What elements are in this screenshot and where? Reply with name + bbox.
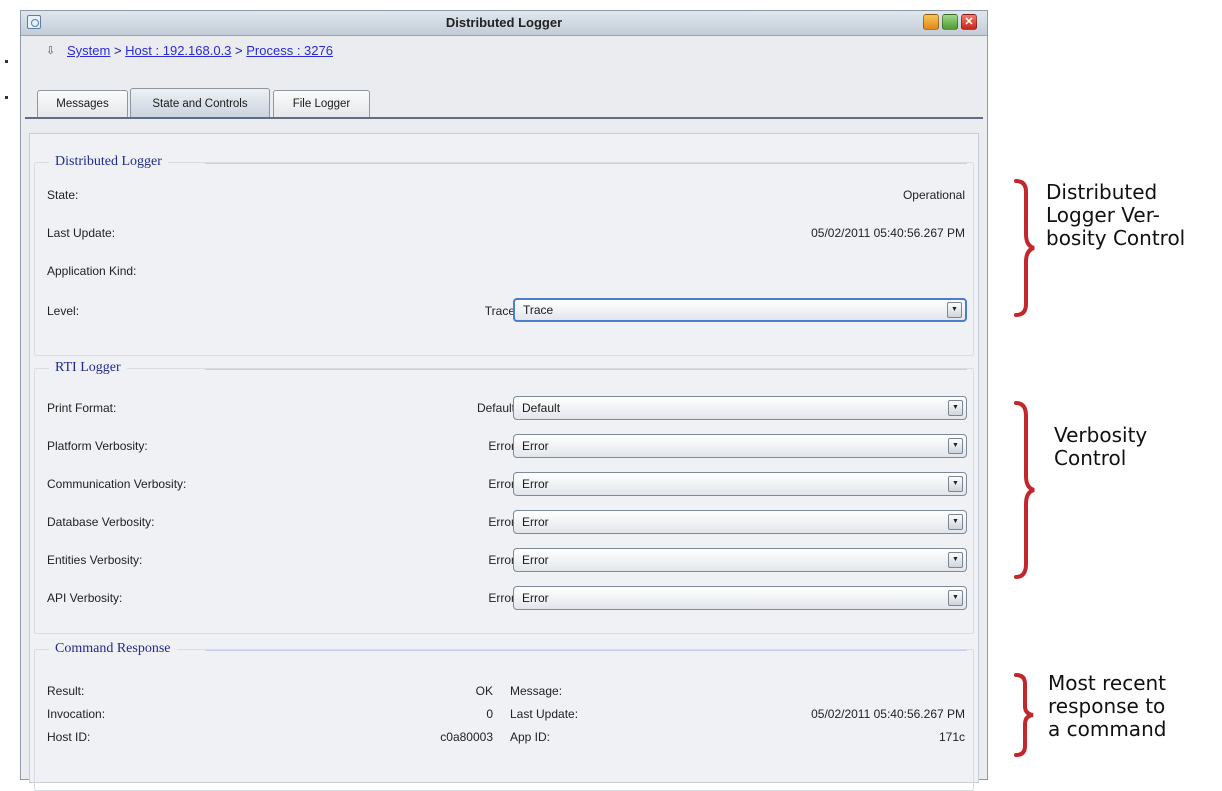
tab-file-logger[interactable]: File Logger [273, 90, 370, 118]
chevron-down-icon[interactable]: ▼ [948, 590, 963, 606]
database-verbosity-select-value: Error [522, 515, 549, 529]
invocation-label: Invocation: [47, 707, 106, 721]
close-button[interactable]: ✕ [961, 14, 977, 30]
tab-messages[interactable]: Messages [37, 90, 128, 118]
command-response-title: Command Response [49, 641, 177, 657]
application-kind-label: Application Kind: [47, 264, 137, 278]
api-verbosity-current: Error [488, 591, 515, 605]
platform-verbosity-select-value: Error [522, 439, 549, 453]
margin-marks [5, 60, 8, 99]
chevron-down-icon[interactable]: ▼ [948, 476, 963, 492]
distributed-logger-title: Distributed Logger [49, 154, 168, 170]
api-verbosity-label: API Verbosity: [47, 591, 123, 605]
level-select[interactable]: Trace ▼ [513, 298, 967, 322]
group-divider [205, 369, 967, 370]
entities-verbosity-select-value: Error [522, 553, 549, 567]
tab-panel-border [25, 117, 983, 119]
annotation-recent-response: Most recent response to a command [1048, 671, 1167, 741]
host-id-value: c0a80003 [440, 730, 493, 744]
level-label: Level: [47, 304, 80, 318]
communication-verbosity-select-value: Error [522, 477, 549, 491]
window-title: Distributed Logger [445, 15, 563, 30]
communication-verbosity-select[interactable]: Error ▼ [513, 472, 967, 496]
chevron-down-icon[interactable]: ▼ [948, 438, 963, 454]
print-format-select-value: Default [522, 401, 561, 415]
chevron-down-icon[interactable]: ▼ [948, 514, 963, 530]
pin-icon[interactable]: ⇩ [46, 43, 55, 59]
print-format-current: Default [476, 401, 515, 415]
brace-recent-response [1014, 673, 1034, 757]
host-id-label: Host ID: [47, 730, 91, 744]
rti-logger-title: RTI Logger [49, 360, 127, 376]
state-value: Operational [902, 188, 965, 202]
breadcrumb-host[interactable]: Host : 192.168.0.3 [125, 43, 231, 58]
breadcrumb-process[interactable]: Process : 3276 [246, 43, 333, 58]
group-divider [205, 650, 967, 651]
breadcrumb-separator: > [110, 43, 126, 58]
database-verbosity-label: Database Verbosity: [47, 515, 155, 529]
api-verbosity-select-value: Error [522, 591, 549, 605]
invocation-value: 0 [486, 707, 493, 721]
rti-logger-group: RTI Logger Print Format: Default Default… [34, 360, 974, 634]
app-id-label: App ID: [510, 730, 551, 744]
title-bar[interactable]: Distributed Logger ✕ [21, 11, 987, 36]
chevron-down-icon[interactable]: ▼ [947, 302, 962, 318]
brace-logger-verbosity [1014, 179, 1035, 317]
print-format-select[interactable]: Default ▼ [513, 396, 967, 420]
communication-verbosity-label: Communication Verbosity: [47, 477, 187, 491]
group-divider [205, 163, 967, 164]
brace-verbosity [1014, 401, 1035, 579]
communication-verbosity-current: Error [488, 477, 515, 491]
distributed-logger-group: Distributed Logger State: Operational La… [34, 154, 974, 356]
app-id-value: 171c [938, 730, 965, 744]
annotation-logger-verbosity: Distributed Logger Ver- bosity Control [1046, 180, 1186, 250]
minimize-button[interactable] [923, 14, 939, 30]
database-verbosity-select[interactable]: Error ▼ [513, 510, 967, 534]
chevron-down-icon[interactable]: ▼ [948, 552, 963, 568]
api-verbosity-select[interactable]: Error ▼ [513, 586, 967, 610]
message-label: Message: [510, 684, 563, 698]
state-label: State: [47, 188, 79, 202]
chevron-down-icon[interactable]: ▼ [948, 400, 963, 416]
annotation-verbosity: Verbosity Control [1054, 423, 1148, 470]
database-verbosity-current: Error [488, 515, 515, 529]
print-format-label: Print Format: [47, 401, 117, 415]
entities-verbosity-select[interactable]: Error ▼ [513, 548, 967, 572]
breadcrumb-system[interactable]: System [67, 43, 110, 58]
last-update-value: 05/02/2011 05:40:56.267 PM [811, 226, 965, 240]
platform-verbosity-label: Platform Verbosity: [47, 439, 148, 453]
distributed-logger-window: Distributed Logger ✕ ⇩ System > Host : 1… [20, 10, 988, 791]
result-label: Result: [47, 684, 85, 698]
platform-verbosity-current: Error [488, 439, 515, 453]
entities-verbosity-label: Entities Verbosity: [47, 553, 143, 567]
response-last-update-value: 05/02/2011 05:40:56.267 PM [811, 707, 965, 721]
tab-state-and-controls[interactable]: State and Controls [130, 88, 270, 118]
breadcrumb-separator: > [231, 43, 247, 58]
level-current-value: Trace [484, 304, 515, 318]
command-response-group: Command Response Result: OK Message: Inv… [34, 641, 974, 791]
level-select-value: Trace [523, 303, 554, 317]
response-last-update-label: Last Update: [510, 707, 579, 721]
state-and-controls-panel: Distributed Logger State: Operational La… [29, 133, 979, 791]
maximize-button[interactable] [942, 14, 958, 30]
last-update-label: Last Update: [47, 226, 116, 240]
platform-verbosity-select[interactable]: Error ▼ [513, 434, 967, 458]
entities-verbosity-current: Error [488, 553, 515, 567]
result-value: OK [475, 684, 493, 698]
